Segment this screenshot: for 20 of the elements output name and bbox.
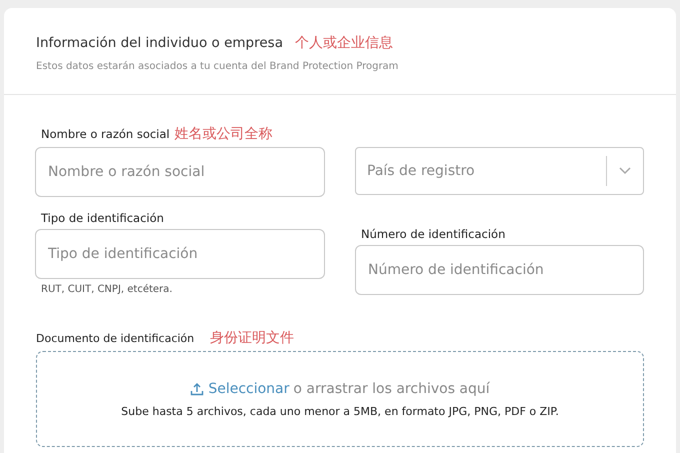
field-label: Número de identificación — [361, 227, 506, 241]
annotation: 姓名或公司全称 — [174, 125, 273, 143]
field-label: Tipo de identificación — [41, 211, 164, 225]
text-field[interactable]: Nombre o razón social — [35, 147, 325, 197]
field-label: Nombre o razón social — [41, 127, 170, 141]
text-field[interactable]: Tipo de identificación — [35, 229, 325, 279]
annotation: 个人或企业信息 — [294, 34, 393, 52]
text-field[interactable]: Número de identificación — [355, 245, 644, 295]
upload-instruction: o arrastrar los archivos aquí — [293, 380, 490, 396]
upload-dropzone[interactable]: Seleccionar o arrastrar los archivos aquí Sube hasta 5 archivos, cada uno menor a 5MB, en formato JPG, PNG, PDF o ZIP. — [36, 351, 644, 447]
select-files-link[interactable]: Seleccionar — [190, 380, 290, 396]
section-subtitle: Estos datos estarán asociados a tu cuenta del Brand Protection Program — [36, 61, 400, 72]
upload-icon — [190, 382, 204, 396]
field-label: Documento de identificación — [36, 332, 194, 345]
dropdown[interactable]: País de registro — [355, 147, 644, 195]
section-title: Información del individuo o empresa — [36, 35, 283, 51]
upload-info: Sube hasta 5 archivos, cada uno menor a 5MB, en formato JPG, PNG, PDF o ZIP. — [121, 404, 559, 418]
field-hint: RUT, CUIT, CNPJ, etcétera. — [40, 284, 174, 295]
chevron-down-icon — [619, 167, 631, 175]
annotation: 身份证明文件 — [210, 329, 294, 347]
